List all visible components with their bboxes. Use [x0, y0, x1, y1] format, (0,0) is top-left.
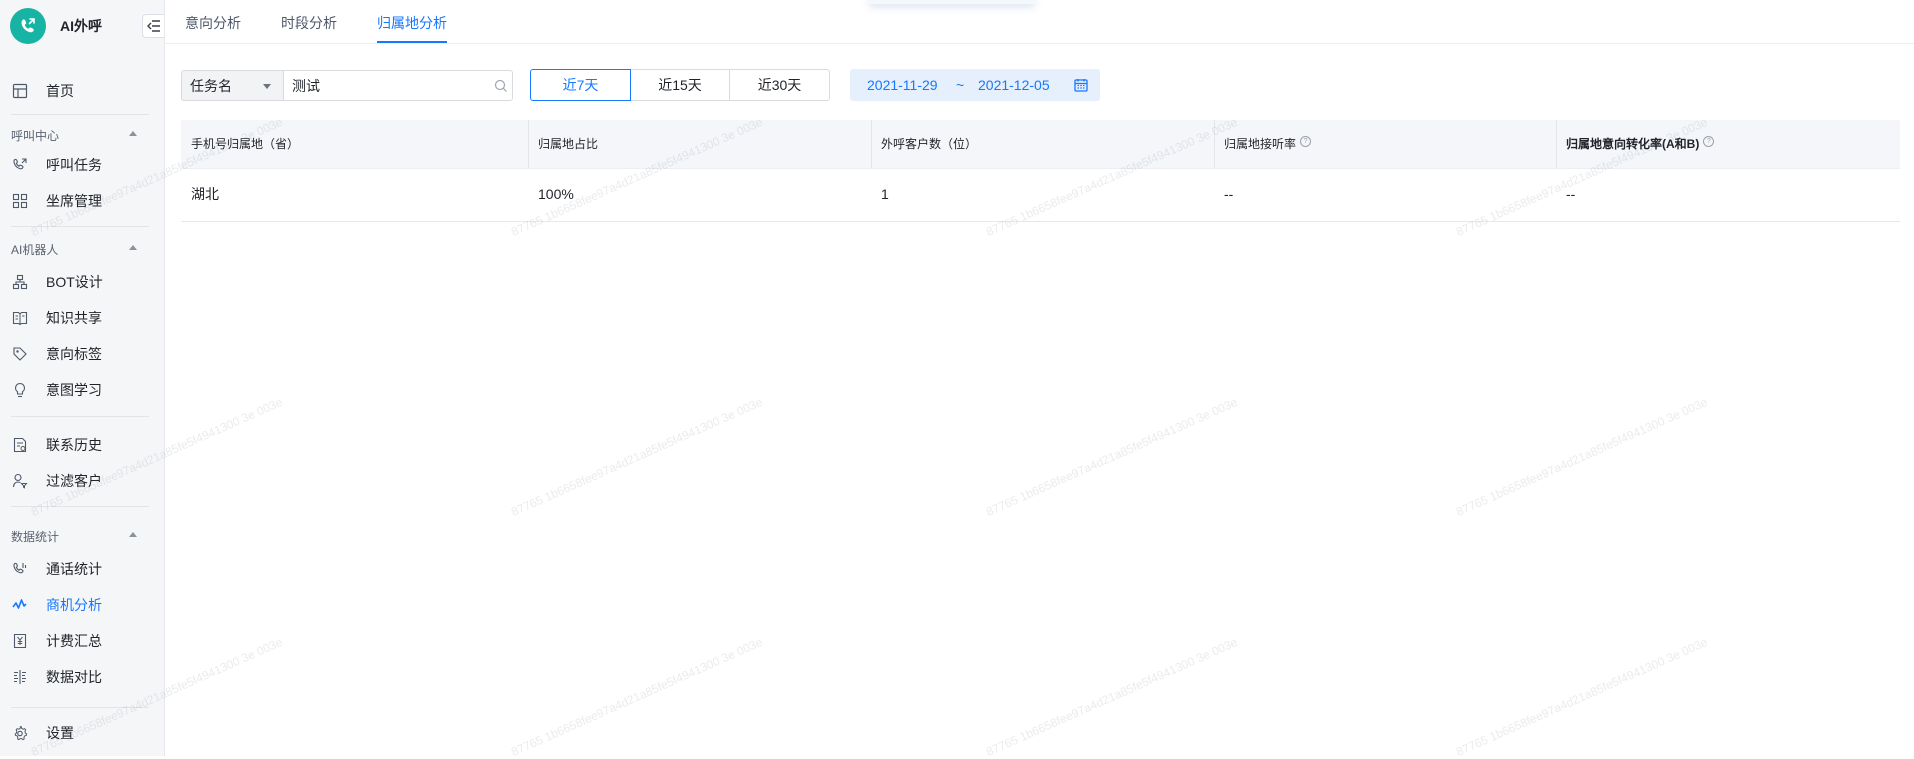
help-icon[interactable]: ?	[1703, 136, 1715, 147]
sidebar-item-label: 知识共享	[46, 310, 102, 326]
sidebar-divider	[11, 226, 149, 227]
cell-answer-rate: --	[1224, 186, 1234, 202]
help-icon[interactable]: ?	[1300, 136, 1312, 147]
flow-icon	[12, 274, 28, 290]
sidebar-item-label: 意向标签	[46, 346, 102, 362]
sidebar-item-bot-design[interactable]: BOT设计	[0, 267, 164, 297]
caret-up-icon[interactable]	[129, 131, 137, 136]
bulb-icon	[15, 382, 25, 398]
sidebar-item-label: 通话统计	[46, 561, 102, 577]
phone-stats-icon	[13, 562, 27, 574]
watermark-text: 87765 1b6658fee97a4d21a85fe5f4941300 3e …	[508, 634, 765, 759]
sidebar-item-knowledge-share[interactable]: 知识共享	[0, 303, 164, 333]
table-header: 手机号归属地（省） 归属地占比 外呼客户数（位） 归属地接听率? 归属地意向转化…	[181, 120, 1900, 169]
sidebar-item-label: 首页	[46, 83, 74, 99]
sidebar-item-label: 呼叫任务	[46, 157, 102, 173]
watermark-text: 87765 1b6658fee97a4d21a85fe5f4941300 3e …	[1453, 394, 1710, 520]
sidebar-item-label: 过滤客户	[46, 473, 102, 489]
search-icon[interactable]	[494, 79, 508, 93]
sidebar-divider	[11, 416, 149, 417]
app-title: AI外呼	[60, 18, 102, 34]
sidebar-item-label: 联系历史	[46, 437, 102, 453]
sidebar-divider	[11, 707, 149, 708]
tab-period-analysis[interactable]: 时段分析	[281, 0, 337, 43]
group-call-center[interactable]: 呼叫中心	[11, 127, 59, 144]
column-header-answer-rate: 归属地接听率?	[1214, 120, 1312, 168]
sidebar-item-label: 计费汇总	[46, 633, 102, 649]
sidebar-item-billing[interactable]: 计费汇总	[0, 626, 164, 656]
phone-out-icon	[13, 158, 27, 170]
sidebar-item-contact-history[interactable]: 联系历史	[0, 430, 164, 460]
sidebar-item-filter-customer[interactable]: 过滤客户	[0, 466, 164, 496]
sidebar-item-label: BOT设计	[46, 274, 103, 290]
sidebar-item-data-compare[interactable]: 数据对比	[0, 662, 164, 692]
search-input[interactable]	[292, 71, 482, 100]
app-logo-icon	[10, 8, 46, 44]
tag-icon	[13, 347, 27, 361]
grid-icon	[12, 193, 28, 209]
pulse-icon	[12, 599, 27, 609]
sidebar-item-label: 设置	[46, 725, 74, 741]
sidebar-item-label: 商机分析	[46, 597, 102, 613]
field-select-value: 任务名	[190, 78, 232, 94]
search-box	[283, 70, 513, 101]
date-separator: ~	[956, 77, 965, 93]
range-7-days-button[interactable]: 近7天	[530, 69, 631, 101]
sidebar-item-opportunity-analysis[interactable]: 商机分析	[0, 590, 164, 620]
collapse-menu-icon	[146, 20, 160, 32]
sidebar-item-seat-management[interactable]: 坐席管理	[0, 186, 164, 216]
sidebar: AI外呼 首页 呼叫中心 呼叫任务 坐席管理 AI机器人 BOT设计 知识共享 …	[0, 0, 165, 756]
tab-intent-analysis[interactable]: 意向分析	[185, 0, 241, 43]
table-row: 湖北 100% 1 -- --	[181, 168, 1900, 222]
dashboard-icon	[12, 83, 28, 99]
caret-up-icon[interactable]	[129, 532, 137, 537]
cell-conversion-rate: --	[1566, 186, 1576, 202]
sidebar-divider	[11, 114, 149, 115]
watermark-text: 87765 1b6658fee97a4d21a85fe5f4941300 3e …	[508, 394, 765, 520]
date-start[interactable]: 2021-11-29	[867, 69, 938, 101]
watermark-text: 87765 1b6658fee97a4d21a85fe5f4941300 3e …	[983, 634, 1240, 759]
analysis-tabs: 意向分析 时段分析 归属地分析	[165, 0, 1914, 44]
range-30-days-button[interactable]: 近30天	[729, 69, 830, 101]
sidebar-item-settings[interactable]: 设置	[0, 718, 164, 748]
calendar-icon[interactable]	[1074, 78, 1088, 92]
yen-doc-icon	[13, 633, 27, 649]
watermark-text: 87765 1b6658fee97a4d21a85fe5f4941300 3e …	[983, 394, 1240, 520]
column-header-ratio: 归属地占比	[538, 137, 599, 151]
top-notification-edge	[868, 0, 1036, 4]
sidebar-item-label: 数据对比	[46, 669, 102, 685]
brand[interactable]: AI外呼	[10, 8, 102, 44]
group-ai-robot[interactable]: AI机器人	[11, 241, 58, 258]
book-icon	[12, 311, 28, 326]
cell-province: 湖北	[191, 186, 219, 202]
watermark-text: 87765 1b6658fee97a4d21a85fe5f4941300 3e …	[1453, 634, 1710, 759]
date-end[interactable]: 2021-12-05	[978, 69, 1050, 101]
history-doc-icon	[13, 437, 27, 453]
column-header-customer-count: 外呼客户数（位）	[881, 137, 978, 151]
sidebar-divider	[11, 506, 149, 507]
cell-customer-count: 1	[881, 186, 889, 202]
field-select[interactable]: 任务名	[181, 70, 283, 101]
sidebar-item-intent-learning[interactable]: 意图学习	[0, 375, 164, 405]
compare-bars-icon	[14, 670, 26, 684]
tab-region-analysis[interactable]: 归属地分析	[377, 0, 447, 43]
caret-down-icon	[263, 84, 271, 89]
sidebar-item-intent-tag[interactable]: 意向标签	[0, 339, 164, 369]
caret-up-icon[interactable]	[129, 245, 137, 250]
column-header-conversion-rate: 归属地意向转化率(A和B)?	[1556, 120, 1715, 168]
sidebar-collapse-button[interactable]	[142, 14, 164, 38]
sidebar-item-call-task[interactable]: 呼叫任务	[0, 150, 164, 180]
group-data-stats[interactable]: 数据统计	[11, 528, 59, 545]
sidebar-item-call-stats[interactable]: 通话统计	[0, 554, 164, 584]
column-header-province: 手机号归属地（省）	[191, 137, 300, 151]
sidebar-item-home[interactable]: 首页	[0, 76, 164, 106]
date-range-picker[interactable]: 2021-11-29 ~ 2021-12-05	[850, 69, 1100, 101]
gear-icon	[14, 726, 28, 741]
range-15-days-button[interactable]: 近15天	[630, 69, 730, 101]
user-filter-icon	[12, 473, 28, 489]
sidebar-item-label: 坐席管理	[46, 193, 102, 209]
cell-ratio: 100%	[538, 186, 574, 202]
sidebar-item-label: 意图学习	[46, 382, 102, 398]
